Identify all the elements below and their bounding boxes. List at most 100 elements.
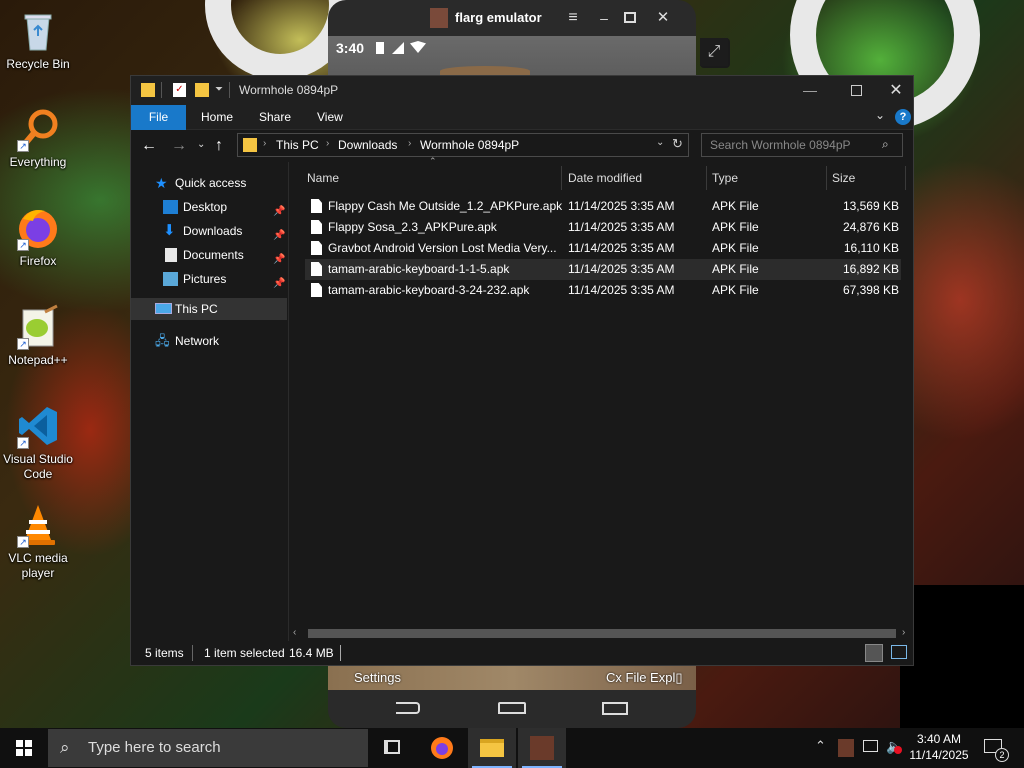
- address-bar[interactable]: › This PC › Downloads › Wormhole 0894pP …: [237, 133, 689, 157]
- desktop-icon-label-line2: Code: [23, 467, 53, 481]
- close-button[interactable]: ✕: [879, 76, 913, 105]
- explorer-titlebar[interactable]: ✓ ⏷ Wormhole 0894pP — ✕: [131, 76, 913, 105]
- file-type: APK File: [712, 262, 759, 276]
- shortcut-arrow-icon: ↗: [17, 338, 29, 350]
- back-arrow-icon[interactable]: ←: [141, 135, 161, 157]
- search-icon: ⌕: [60, 738, 70, 757]
- file-type: APK File: [712, 220, 759, 234]
- column-separator[interactable]: [826, 166, 827, 190]
- desktop-icon-label: Notepad++: [8, 353, 68, 367]
- tray-emulator-icon[interactable]: [838, 739, 854, 757]
- firefox-icon: [431, 737, 453, 759]
- close-icon[interactable]: ✕: [654, 8, 672, 28]
- nav-this-pc[interactable]: This PC: [131, 298, 287, 320]
- nav-quick-access[interactable]: ★ Quick access: [155, 172, 285, 194]
- search-icon[interactable]: ⌕: [882, 137, 889, 152]
- dock-settings-label[interactable]: Settings: [354, 670, 401, 685]
- file-name: Flappy Sosa_2.3_APKPure.apk: [328, 220, 497, 234]
- search-box[interactable]: Search Wormhole 0894pP ⌕: [701, 133, 903, 157]
- column-header-date-modified[interactable]: Date modified: [568, 162, 642, 194]
- scrollbar-thumb[interactable]: [308, 629, 896, 638]
- folder-icon: [243, 138, 257, 152]
- expand-ribbon-chevron-icon[interactable]: ⌄: [875, 108, 885, 122]
- show-hidden-icons-chevron[interactable]: ⌃: [815, 738, 826, 754]
- breadcrumb-downloads[interactable]: Downloads: [338, 138, 397, 152]
- nav-label: Documents: [183, 248, 244, 262]
- scroll-right-icon[interactable]: ›: [902, 627, 905, 638]
- up-arrow-icon[interactable]: ↑: [215, 135, 235, 157]
- clock[interactable]: 3:40 AM 11/14/2025: [902, 731, 976, 767]
- explorer-body: ★ Quick access Desktop 📌 ⬇ Downloads 📌 D…: [131, 156, 913, 641]
- new-folder-icon[interactable]: [195, 83, 209, 97]
- column-header-size[interactable]: Size: [832, 162, 855, 194]
- nav-label: Desktop: [183, 200, 228, 214]
- customize-toolbar-chevron-icon[interactable]: ⏷: [215, 84, 223, 95]
- maximize-button[interactable]: [833, 76, 879, 105]
- android-recents-icon[interactable]: [602, 702, 628, 715]
- file-name: tamam-arabic-keyboard-1-1-5.apk: [328, 262, 510, 276]
- column-separator[interactable]: [706, 166, 707, 190]
- taskbar-firefox[interactable]: [418, 728, 466, 768]
- horizontal-scrollbar[interactable]: ‹ ›: [291, 626, 913, 641]
- desktop-icon-label-line1: Visual Studio: [3, 452, 73, 466]
- taskbar-search-box[interactable]: ⌕ Type here to search: [48, 729, 368, 767]
- emulator-titlebar[interactable]: flarg emulator ≡ – ✕: [328, 0, 696, 36]
- tab-share[interactable]: Share: [259, 105, 291, 130]
- refresh-icon[interactable]: ↻: [672, 136, 683, 152]
- fullscreen-expand-icon[interactable]: ⤢: [700, 38, 728, 66]
- desktop-folder-icon: [163, 200, 178, 214]
- column-separator[interactable]: [561, 166, 562, 190]
- maximize-icon[interactable]: [624, 12, 636, 23]
- breadcrumb-current-folder[interactable]: Wormhole 0894pP: [420, 138, 519, 152]
- file-explorer-icon: [480, 739, 504, 757]
- android-home-icon[interactable]: [498, 702, 526, 714]
- network-tray-icon[interactable]: [863, 740, 878, 752]
- nav-label: Downloads: [183, 224, 243, 238]
- column-separator[interactable]: [905, 166, 906, 190]
- start-button[interactable]: [0, 728, 48, 768]
- forward-arrow-icon[interactable]: →: [171, 135, 191, 157]
- file-list-pane: Name ⌃ Date modified Type Size Flappy Ca…: [291, 156, 913, 641]
- taskbar-file-explorer[interactable]: [468, 728, 516, 768]
- desktop-icon-recycle-bin[interactable]: Recycle Bin: [2, 8, 74, 72]
- android-back-icon[interactable]: [396, 702, 420, 714]
- task-view-button[interactable]: [368, 728, 416, 768]
- desktop-icon-vlc[interactable]: ↗ VLC media player: [2, 502, 74, 581]
- tab-home[interactable]: Home: [201, 105, 233, 130]
- documents-icon: [165, 248, 177, 262]
- file-row[interactable]: Flappy Sosa_2.3_APKPure.apk 11/14/2025 3…: [305, 217, 901, 238]
- file-row[interactable]: tamam-arabic-keyboard-3-24-232.apk 11/14…: [305, 280, 901, 301]
- desktop-icon-firefox[interactable]: ↗ Firefox: [2, 205, 74, 269]
- file-size: 16,110 KB: [843, 241, 899, 255]
- flarg-emulator-icon: [530, 736, 554, 760]
- desktop-icon-everything[interactable]: ↗ Everything: [2, 106, 74, 170]
- nav-network[interactable]: 🖧 Network: [155, 330, 285, 352]
- recent-locations-chevron-icon[interactable]: ⌄: [197, 139, 205, 150]
- column-header-name[interactable]: Name: [307, 162, 339, 194]
- address-toolbar: ← → ⌄ ↑ › This PC › Downloads › Wormhole…: [131, 130, 913, 162]
- tab-view[interactable]: View: [317, 105, 343, 130]
- desktop-icon-vscode[interactable]: ↗ Visual Studio Code: [2, 403, 74, 482]
- hamburger-menu-icon[interactable]: ≡: [564, 8, 582, 28]
- file-type: APK File: [712, 283, 759, 297]
- column-header-type[interactable]: Type: [712, 162, 738, 194]
- taskbar-flarg-emulator[interactable]: [518, 728, 566, 768]
- minimize-icon[interactable]: –: [594, 8, 614, 28]
- details-view-icon[interactable]: [865, 644, 883, 662]
- shortcut-arrow-icon: ↗: [17, 140, 29, 152]
- breadcrumb-this-pc[interactable]: This PC: [276, 138, 319, 152]
- large-icons-view-icon[interactable]: [891, 645, 907, 659]
- help-icon[interactable]: ?: [895, 109, 911, 125]
- minimize-button[interactable]: —: [787, 76, 833, 105]
- file-row-selected[interactable]: tamam-arabic-keyboard-1-1-5.apk 11/14/20…: [305, 259, 901, 280]
- file-row[interactable]: Gravbot Android Version Lost Media Very.…: [305, 238, 901, 259]
- firefox-icon: ↗: [15, 205, 61, 251]
- desktop-icon-notepad-plus-plus[interactable]: ↗ Notepad++: [2, 304, 74, 368]
- file-row[interactable]: Flappy Cash Me Outside_1.2_APKPure.apk 1…: [305, 196, 901, 217]
- tab-file[interactable]: File: [131, 105, 186, 130]
- file-date: 11/14/2025 3:35 AM: [568, 220, 675, 234]
- scroll-left-icon[interactable]: ‹: [293, 627, 296, 638]
- properties-check-icon[interactable]: ✓: [173, 83, 186, 97]
- dock-file-explorer-label[interactable]: Cx File Expl▯: [606, 670, 683, 686]
- address-history-chevron-icon[interactable]: ⌄: [656, 137, 664, 148]
